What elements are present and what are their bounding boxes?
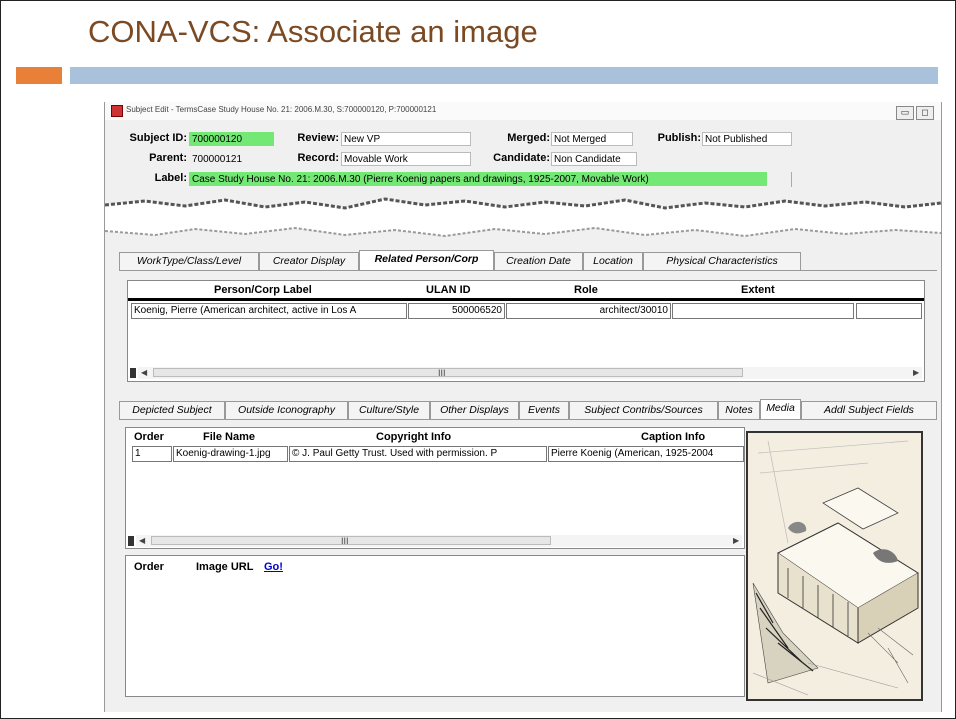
subject-edit-screenshot: Subject Edit - TermsCase Study House No.… (104, 102, 942, 712)
candidate-label: Candidate: (493, 152, 550, 164)
architectural-drawing-image (748, 433, 921, 699)
go-link[interactable]: Go! (264, 561, 283, 573)
tab-culture-style[interactable]: Culture/Style (348, 401, 430, 419)
publish-field[interactable]: Not Published (702, 132, 792, 146)
minimize-button[interactable]: ▭ (896, 106, 914, 120)
person-table: Person/Corp Label ULAN ID Role Extent Ko… (127, 280, 925, 382)
candidate-field[interactable]: Non Candidate (551, 152, 637, 166)
parent-label: Parent: (149, 152, 187, 164)
window-title: Subject Edit - TermsCase Study House No.… (126, 105, 437, 114)
merged-field[interactable]: Not Merged (551, 132, 633, 146)
media-scroll-right-icon[interactable]: ▶ (733, 535, 739, 547)
row-selector[interactable] (130, 368, 136, 378)
record-label: Record: (297, 152, 339, 164)
tab-subject-contribs[interactable]: Subject Contribs/Sources (569, 401, 718, 419)
review-label: Review: (297, 132, 339, 144)
torn-edge (105, 197, 941, 247)
tab-creator-display[interactable]: Creator Display (259, 252, 359, 270)
tab-other-displays[interactable]: Other Displays (430, 401, 519, 419)
role-cell[interactable]: architect/30010 (506, 303, 671, 319)
media-caption-cell[interactable]: Pierre Koenig (American, 1925-2004 (548, 446, 744, 462)
tab-baseline (119, 270, 937, 271)
tab-depicted-subject[interactable]: Depicted Subject (119, 401, 225, 419)
media-scrollbar[interactable]: ◀ III ▶ (136, 535, 742, 547)
media-table: Order File Name Copyright Info Caption I… (125, 427, 745, 549)
media-file-cell[interactable]: Koenig-drawing-1.jpg (173, 446, 288, 462)
scroll-left-icon[interactable]: ◀ (141, 367, 147, 379)
extent-cell[interactable] (672, 303, 854, 319)
tab-physical-characteristics[interactable]: Physical Characteristics (643, 252, 801, 270)
tab-events[interactable]: Events (519, 401, 569, 419)
tab-related-person[interactable]: Related Person/Corp (359, 250, 494, 270)
tab-location[interactable]: Location (583, 252, 643, 270)
header-rule (128, 298, 924, 301)
tab-addl-subject-fields[interactable]: Addl Subject Fields (801, 401, 937, 419)
col-extent: Extent (741, 284, 775, 296)
col-person-label: Person/Corp Label (214, 284, 312, 296)
person-label-cell[interactable]: Koenig, Pierre (American architect, acti… (131, 303, 407, 319)
maximize-button[interactable]: ◻ (916, 106, 934, 120)
image-url-panel: Order Image URL Go! (125, 555, 745, 697)
slide-title: CONA-VCS: Associate an image (88, 14, 538, 49)
col-file-name: File Name (203, 431, 255, 443)
label-field[interactable]: Case Study House No. 21: 2006.M.30 (Pier… (189, 172, 767, 186)
merged-label: Merged: (507, 132, 550, 144)
subject-id-label: Subject ID: (129, 132, 187, 144)
title-accent-orange (16, 67, 62, 84)
tab-creation-date[interactable]: Creation Date (494, 252, 583, 270)
media-row-selector[interactable] (128, 536, 134, 546)
col-order: Order (134, 431, 164, 443)
media-image-preview (746, 431, 923, 701)
related-tabs: WorkType/Class/Level Creator Display Rel… (119, 250, 937, 270)
col-role: Role (574, 284, 598, 296)
extra-cell[interactable] (856, 303, 922, 319)
col-caption-info: Caption Info (641, 431, 706, 443)
col-ulan-id: ULAN ID (426, 284, 471, 296)
col-copyright-info: Copyright Info (376, 431, 452, 443)
media-scroll-thumb[interactable] (151, 536, 551, 545)
publish-label: Publish: (657, 132, 701, 144)
subject-id-field[interactable]: 700000120 (189, 132, 274, 146)
divider (791, 172, 792, 187)
media-order-cell[interactable]: 1 (132, 446, 172, 462)
subject-tabs: Depicted Subject Outside Iconography Cul… (119, 399, 937, 419)
image-url-order-label: Order (134, 561, 164, 573)
title-accent-blue (70, 67, 938, 84)
window-titlebar: Subject Edit - TermsCase Study House No.… (105, 102, 941, 120)
record-field[interactable]: Movable Work (341, 152, 471, 166)
tab-baseline-2 (119, 419, 937, 420)
app-icon (111, 105, 123, 117)
tab-notes[interactable]: Notes (718, 401, 760, 419)
media-scroll-grip: III (341, 536, 349, 546)
scroll-right-icon[interactable]: ▶ (913, 367, 919, 379)
tab-outside-iconography[interactable]: Outside Iconography (225, 401, 348, 419)
scroll-grip: III (438, 368, 446, 378)
media-copyright-cell[interactable]: © J. Paul Getty Trust. Used with permiss… (289, 446, 547, 462)
label-label: Label: (154, 172, 187, 184)
media-scroll-left-icon[interactable]: ◀ (139, 535, 145, 547)
image-url-label: Image URL (196, 561, 254, 573)
ulan-id-cell[interactable]: 500006520 (408, 303, 505, 319)
parent-field[interactable]: 700000121 (189, 152, 274, 166)
tab-media[interactable]: Media (760, 399, 801, 419)
review-field[interactable]: New VP (341, 132, 471, 146)
scroll-thumb[interactable] (153, 368, 743, 377)
person-scrollbar[interactable]: ◀ III ▶ (138, 367, 922, 379)
tab-worktype[interactable]: WorkType/Class/Level (119, 252, 259, 270)
